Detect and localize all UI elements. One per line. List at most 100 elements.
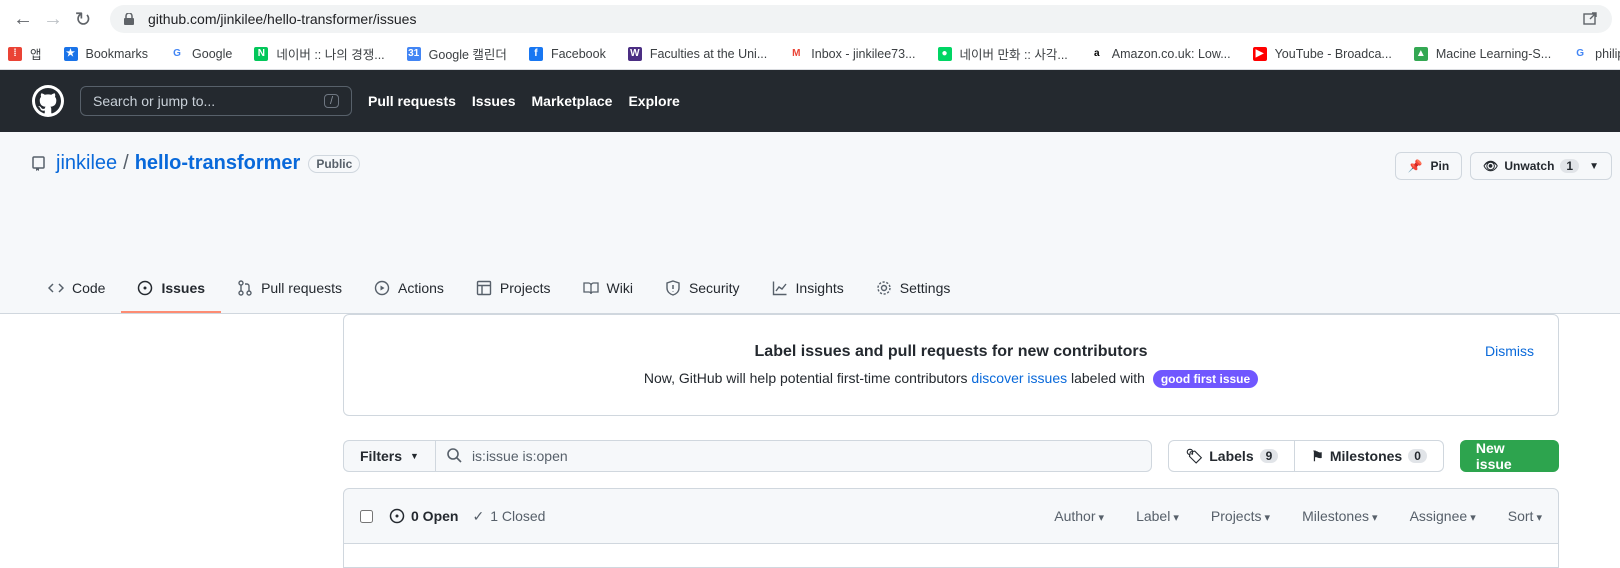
search-input[interactable]: Search or jump to... / (80, 86, 352, 116)
sort-author-dropdown[interactable]: Author (1054, 508, 1104, 524)
tab-issues[interactable]: Issues (121, 265, 222, 313)
select-all-checkbox[interactable] (360, 509, 373, 523)
bookmark-item[interactable]: ⁞ 앱 (8, 44, 42, 63)
bookmark-label: Macine Learning-S... (1435, 46, 1552, 61)
unwatch-label: Unwatch (1504, 159, 1555, 173)
visibility-badge: Public (308, 154, 361, 173)
filters-button[interactable]: Filters ▼ (343, 440, 435, 472)
bookmark-label: Google 캘린더 (428, 48, 507, 62)
repo-name-link[interactable]: hello-transformer (135, 152, 301, 175)
bookmark-label: Faculties at the Uni... (649, 46, 768, 61)
tab-code[interactable]: Code (32, 265, 121, 313)
lock-icon (124, 12, 138, 26)
bookmark-item[interactable]: a Amazon.co.uk: Low... (1089, 46, 1231, 61)
bookmark-item[interactable]: N 네이버 :: 나의 경쟁... (254, 44, 385, 63)
bookmark-label: 네이버 만화 :: 사각... (959, 48, 1068, 62)
closed-count: 1 Closed (490, 508, 546, 524)
w-icon: W (627, 46, 642, 61)
table-icon (476, 280, 492, 296)
play-icon (374, 280, 390, 296)
tab-pull-requests[interactable]: Pull requests (221, 265, 358, 313)
dismiss-button[interactable]: Dismiss (1485, 343, 1534, 359)
bookmark-label: YouTube - Broadca... (1274, 46, 1392, 61)
banner-title: Label issues and pull requests for new c… (754, 343, 1148, 360)
chevron-down-icon[interactable]: ▼ (1589, 161, 1599, 172)
discover-issues-link[interactable]: discover issues (971, 370, 1067, 386)
labels-milestones-group: 🏷 Labels 9 ⚑ Milestones 0 (1168, 440, 1444, 472)
bookmark-item[interactable]: ▲ Macine Learning-S... (1413, 46, 1552, 61)
bookmark-item[interactable]: ▶ YouTube - Broadca... (1252, 46, 1392, 61)
global-nav-pull-requests[interactable]: Pull requests (368, 93, 456, 109)
pr-icon (237, 280, 253, 296)
bookmark-item[interactable]: M Inbox - jinkilee73... (789, 46, 916, 61)
tab-insights[interactable]: Insights (756, 265, 860, 313)
bookmark-item[interactable]: 31 Google 캘린더 (406, 44, 507, 63)
open-issues-filter[interactable]: 0 Open (389, 508, 458, 524)
sort-dropdowns: Author Label Projects Milestones Assignee Sor… (1022, 508, 1542, 524)
bookmark-item[interactable]: W Faculties at the Uni... (627, 46, 768, 61)
tab-label: Wiki (606, 280, 633, 296)
filter-row: Filters ▼ is:issue is:open 🏷 Labels 9 ⚑ … (343, 440, 1559, 472)
issue-open-icon (389, 508, 405, 524)
sort-sort-dropdown[interactable]: Sort (1508, 508, 1542, 524)
bookmark-item[interactable]: ● 네이버 만화 :: 사각... (937, 44, 1068, 63)
github-logo-icon[interactable] (32, 85, 64, 117)
milestones-count: 0 (1408, 449, 1427, 463)
contributors-banner: Label issues and pull requests for new c… (343, 314, 1559, 416)
google-icon: G (1573, 46, 1588, 61)
global-nav-explore[interactable]: Explore (628, 93, 679, 109)
tab-wiki[interactable]: Wiki (567, 265, 649, 313)
back-arrow-icon[interactable]: ← (8, 4, 38, 34)
bookmark-label: 네이버 :: 나의 경쟁... (276, 48, 385, 62)
reload-icon[interactable]: ↻ (68, 4, 98, 34)
good-first-issue-label[interactable]: good first issue (1152, 370, 1259, 388)
sort-label-dropdown[interactable]: Label (1136, 508, 1179, 524)
forward-arrow-icon[interactable]: → (38, 4, 68, 34)
closed-issues-filter[interactable]: ✓ 1 Closed (472, 508, 545, 525)
sort-assignee-dropdown[interactable]: Assignee (1410, 508, 1476, 524)
issues-list-body (343, 544, 1559, 568)
share-icon[interactable] (1582, 10, 1598, 29)
tab-actions[interactable]: Actions (358, 265, 460, 313)
global-nav-marketplace[interactable]: Marketplace (532, 93, 613, 109)
tab-label: Actions (398, 280, 444, 296)
facebook-icon: f (528, 46, 543, 61)
labels-button[interactable]: 🏷 Labels 9 (1168, 440, 1296, 472)
bookmark-item[interactable]: f Facebook (528, 46, 606, 61)
filters-label: Filters (360, 448, 403, 464)
tag-icon: 🏷 (1185, 447, 1204, 464)
watch-count: 1 (1560, 159, 1580, 173)
graph-icon (772, 280, 788, 296)
milestones-button[interactable]: ⚑ Milestones 0 (1295, 440, 1444, 472)
pin-button[interactable]: 📌 Pin (1394, 152, 1463, 180)
google-icon: G (170, 46, 185, 61)
address-bar[interactable]: github.com/jinkilee/hello-transformer/is… (110, 5, 1612, 33)
bookmark-item[interactable]: Gphilippeadjiman (1573, 46, 1620, 61)
milestones-label: Milestones (1329, 448, 1403, 464)
global-nav: Pull requests Issues Marketplace Explore (352, 93, 680, 109)
banner-text-after: labeled with (1071, 370, 1145, 386)
sort-projects-dropdown[interactable]: Projects (1211, 508, 1270, 524)
issue-search-input[interactable]: is:issue is:open (434, 440, 1153, 472)
book-icon (582, 280, 599, 296)
tab-label: Insights (795, 280, 844, 296)
bookmark-label: Amazon.co.uk: Low... (1111, 46, 1231, 61)
tab-security[interactable]: Security (649, 265, 756, 313)
bookmark-item[interactable]: ★ Bookmarks (63, 46, 148, 61)
pin-icon: 📌 (1407, 159, 1423, 173)
new-issue-button[interactable]: New issue (1459, 440, 1559, 472)
repo-owner-link[interactable]: jinkilee (56, 152, 117, 175)
bookmark-item[interactable]: G Google (170, 46, 232, 61)
tab-label: Settings (899, 280, 951, 296)
tab-label: Pull requests (261, 280, 342, 296)
global-nav-issues[interactable]: Issues (472, 93, 516, 109)
eye-icon: 👁 (1483, 159, 1499, 173)
repo-icon (32, 155, 46, 172)
tab-projects[interactable]: Projects (460, 265, 567, 313)
repo-separator: / (123, 152, 129, 174)
gear-icon (876, 280, 892, 296)
tab-settings[interactable]: Settings (860, 265, 967, 313)
drive-icon: ▲ (1413, 46, 1428, 61)
sort-milestones-dropdown[interactable]: Milestones (1302, 508, 1378, 524)
unwatch-button[interactable]: 👁 Unwatch 1 ▼ (1470, 152, 1612, 180)
